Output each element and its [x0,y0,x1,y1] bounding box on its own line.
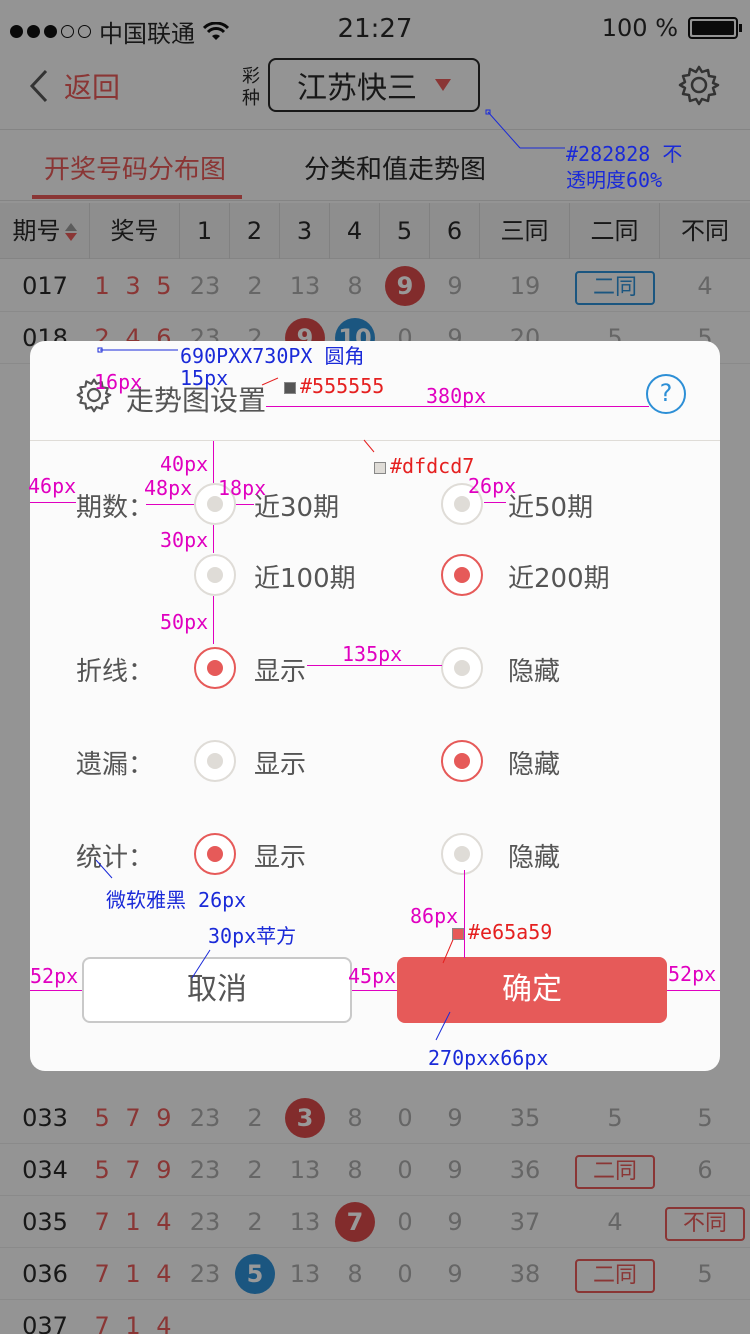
measure-52-right [667,990,720,991]
note-dialog-size: 690PXX730PX 圆角 [180,344,365,368]
note-52px-right: 52px [668,962,717,986]
note-86px: 86px [410,904,459,928]
note-30px: 30px [160,528,209,552]
note-nav-opacity: 透明度60% [566,168,663,192]
measure-45 [352,990,397,991]
measure-52-left [30,990,82,991]
note-font: 微软雅黑 26px [106,888,247,912]
note-button-size: 270pxx66px [428,1046,549,1070]
measure-48 [146,504,194,505]
note-button-font: 30px苹方 [208,924,297,948]
note-divider-color: #dfdcd7 [374,454,474,478]
note-50px: 50px [160,610,209,634]
note-18px: 18px [218,476,267,500]
note-46px: 46px [28,474,77,498]
note-26px: 26px [468,474,517,498]
note-nav-color: #282828 不 [566,142,683,166]
note-dialog-radius: 15px [180,366,229,390]
note-title-color: #555555 [284,374,384,398]
note-135px: 135px [342,642,403,666]
measure-86 [464,870,465,958]
annotation-leaders [95,109,565,1041]
note-40px: 40px [160,452,209,476]
note-48px: 48px [144,476,193,500]
note-width-380: 380px [426,384,487,408]
measure-46 [30,502,76,503]
measure-18 [236,504,254,505]
note-accent-color: #e65a59 [452,920,552,944]
note-45px: 45px [348,964,397,988]
note-52px-left: 52px [30,964,79,988]
measure-40 [213,441,214,483]
measure-30 [213,525,214,553]
measure-50 [213,596,214,644]
measure-26 [484,502,506,503]
note-gear-padding: 16px [94,370,143,394]
